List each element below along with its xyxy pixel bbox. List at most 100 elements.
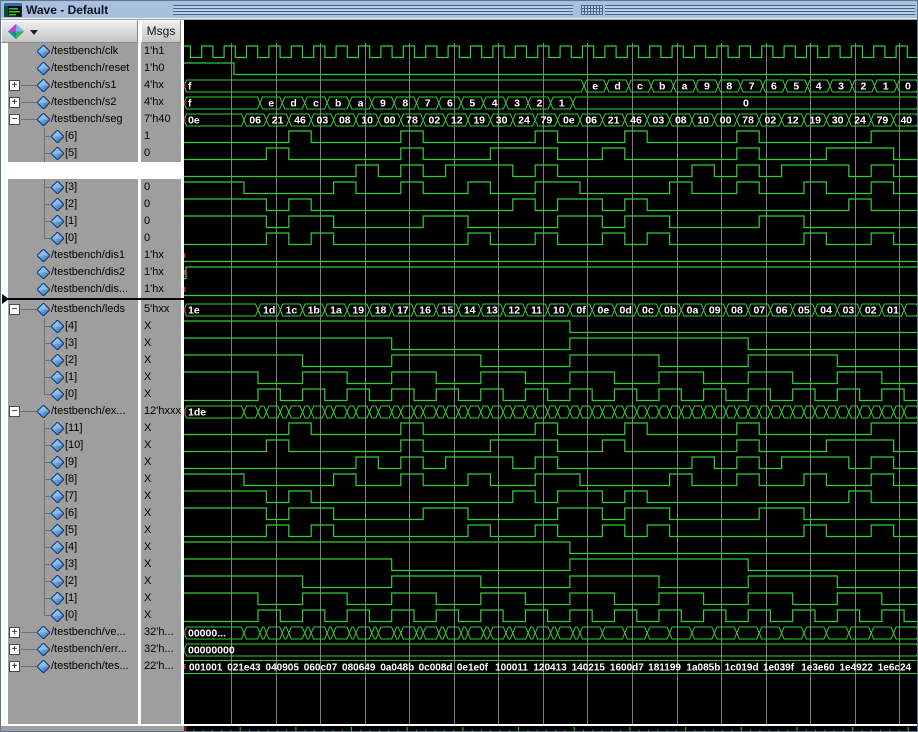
wave-row[interactable]: 00000... [184, 624, 917, 641]
wave-row[interactable] [184, 162, 917, 179]
signal-value[interactable]: 1'hx [141, 264, 181, 281]
signal-value[interactable]: 4'hx [141, 77, 181, 94]
wave-row[interactable] [184, 318, 917, 335]
signal-value[interactable]: X [141, 471, 181, 488]
signal-row[interactable]: [0] [8, 606, 138, 624]
expand-button[interactable]: + [9, 626, 20, 638]
signal-row[interactable]: + /testbench/s2 [8, 94, 138, 111]
signal-row[interactable]: [0] [8, 385, 138, 403]
pane-separator-handle[interactable] [2, 294, 9, 304]
wave-row[interactable] [184, 196, 917, 213]
signal-value[interactable]: 32'h... [141, 641, 181, 658]
signal-row[interactable]: − /testbench/seg [8, 111, 138, 128]
signal-row[interactable]: [8] [8, 470, 138, 488]
signal-value[interactable]: 1'hx [141, 247, 181, 264]
wave-row[interactable] [184, 471, 917, 488]
signal-row[interactable]: [11] [8, 419, 138, 437]
signal-row[interactable]: [7] [8, 487, 138, 505]
wave-row[interactable]: f e d c b a 9 8 7 6 5 4 3 2 1 0 [184, 77, 917, 94]
wave-row[interactable]: 1de [184, 403, 917, 420]
signal-row[interactable]: + /testbench/tes... [8, 658, 138, 675]
wave-row[interactable]: 00000000 [184, 641, 917, 658]
wave-row[interactable] [184, 573, 917, 590]
wave-row[interactable] [184, 230, 917, 247]
wave-row[interactable] [184, 369, 917, 386]
collapse-button[interactable]: − [9, 114, 20, 125]
signal-value[interactable]: X [141, 488, 181, 505]
signal-value[interactable]: X [141, 318, 181, 335]
signal-row[interactable]: /testbench/dis1 [8, 247, 138, 264]
signal-value[interactable]: 22'h... [141, 658, 181, 675]
signal-row[interactable]: [4] [8, 317, 138, 335]
signal-value[interactable]: X [141, 590, 181, 607]
wave-row[interactable] [184, 145, 917, 162]
signal-value[interactable]: 1'hx [141, 281, 181, 298]
signal-value[interactable]: X [141, 454, 181, 471]
wave-row[interactable] [184, 179, 917, 196]
signal-row[interactable]: [2] [8, 196, 138, 213]
signal-value[interactable]: X [141, 352, 181, 369]
signal-value[interactable]: X [141, 505, 181, 522]
collapse-button[interactable]: − [9, 303, 20, 315]
wave-row[interactable] [184, 335, 917, 352]
signal-value[interactable]: X [141, 539, 181, 556]
signal-row[interactable]: [1] [8, 213, 138, 230]
signal-row[interactable]: [6] [8, 504, 138, 522]
signal-value[interactable]: X [141, 386, 181, 403]
signal-row[interactable]: − /testbench/leds [8, 301, 138, 318]
signal-row[interactable]: [4] [8, 538, 138, 556]
signal-row[interactable]: /testbench/reset [8, 60, 138, 77]
wave-row[interactable]: 0e 06 21 46 03 08 10 00 78 02 12 19 30 24 79 0e 06 21 46 03… [184, 111, 917, 128]
signal-value[interactable]: X [141, 437, 181, 454]
timeline-ruler[interactable] [184, 726, 918, 732]
signal-row[interactable]: [0] [8, 230, 138, 247]
signal-row[interactable]: [5] [8, 521, 138, 539]
signal-value[interactable]: 4'hx [141, 94, 181, 111]
signal-value[interactable]: X [141, 369, 181, 386]
wave-row[interactable] [184, 386, 917, 403]
signal-row[interactable]: [3] [8, 555, 138, 573]
collapse-button[interactable]: − [9, 405, 20, 417]
wave-row[interactable] [184, 556, 917, 573]
signal-row[interactable]: − /testbench/ex... [8, 403, 138, 420]
signal-value[interactable]: X [141, 607, 181, 624]
signal-value[interactable]: 0 [141, 145, 181, 162]
wave-row[interactable] [184, 264, 917, 281]
signal-row[interactable]: [3] [8, 179, 138, 196]
signal-row[interactable]: + /testbench/s1 [8, 77, 138, 94]
wave-row[interactable] [184, 281, 917, 298]
signal-value[interactable]: 12'hxxx [141, 403, 181, 420]
signal-value[interactable]: X [141, 573, 181, 590]
wave-row[interactable]: 001001 021e43 040905 060c07 080649 0a048b 0c00… [184, 658, 917, 675]
wave-row[interactable] [184, 247, 917, 264]
signal-row[interactable]: [9] [8, 453, 138, 471]
wave-row[interactable] [184, 213, 917, 230]
pane-separator[interactable] [8, 298, 184, 300]
wave-row[interactable] [184, 454, 917, 471]
wave-row[interactable] [184, 522, 917, 539]
signal-row[interactable]: [2] [8, 351, 138, 369]
signal-row[interactable]: /testbench/dis... [8, 281, 138, 298]
signal-value[interactable]: 5'hxx [141, 301, 181, 318]
wave-row[interactable]: 1e 1d 1c 1b 1a 19 18 17 16 15 14 13 12 11 10 0f 0e 0d 0c 0b… [184, 301, 917, 318]
waveform-panel[interactable]: f e d c b a 9 8 7 6 5 4 3 2 1 0 f e d c b a 9 8 7 6 5 4 3 2 1 0 0e 06 21 46… [184, 20, 918, 732]
signal-row[interactable]: [2] [8, 572, 138, 590]
signal-row[interactable]: [1] [8, 589, 138, 607]
signal-row[interactable]: [3] [8, 334, 138, 352]
signal-value[interactable]: X [141, 522, 181, 539]
signal-row[interactable]: + /testbench/ve... [8, 624, 138, 641]
signal-value[interactable]: 0 [141, 230, 181, 247]
signal-row[interactable]: /testbench/dis2 [8, 264, 138, 281]
signal-value[interactable]: 1'h1 [141, 43, 181, 60]
signal-value[interactable]: X [141, 335, 181, 352]
toolbar-dropdown-arrow[interactable] [30, 30, 38, 35]
expand-button[interactable]: + [9, 97, 20, 108]
signal-value[interactable]: 1'h0 [141, 60, 181, 77]
signal-value[interactable]: X [141, 420, 181, 437]
wave-row[interactable] [184, 437, 917, 454]
wave-row[interactable] [184, 505, 917, 522]
wave-row[interactable] [184, 420, 917, 437]
wave-row[interactable] [184, 60, 917, 77]
wave-row[interactable] [184, 488, 917, 505]
wave-row[interactable] [184, 352, 917, 369]
